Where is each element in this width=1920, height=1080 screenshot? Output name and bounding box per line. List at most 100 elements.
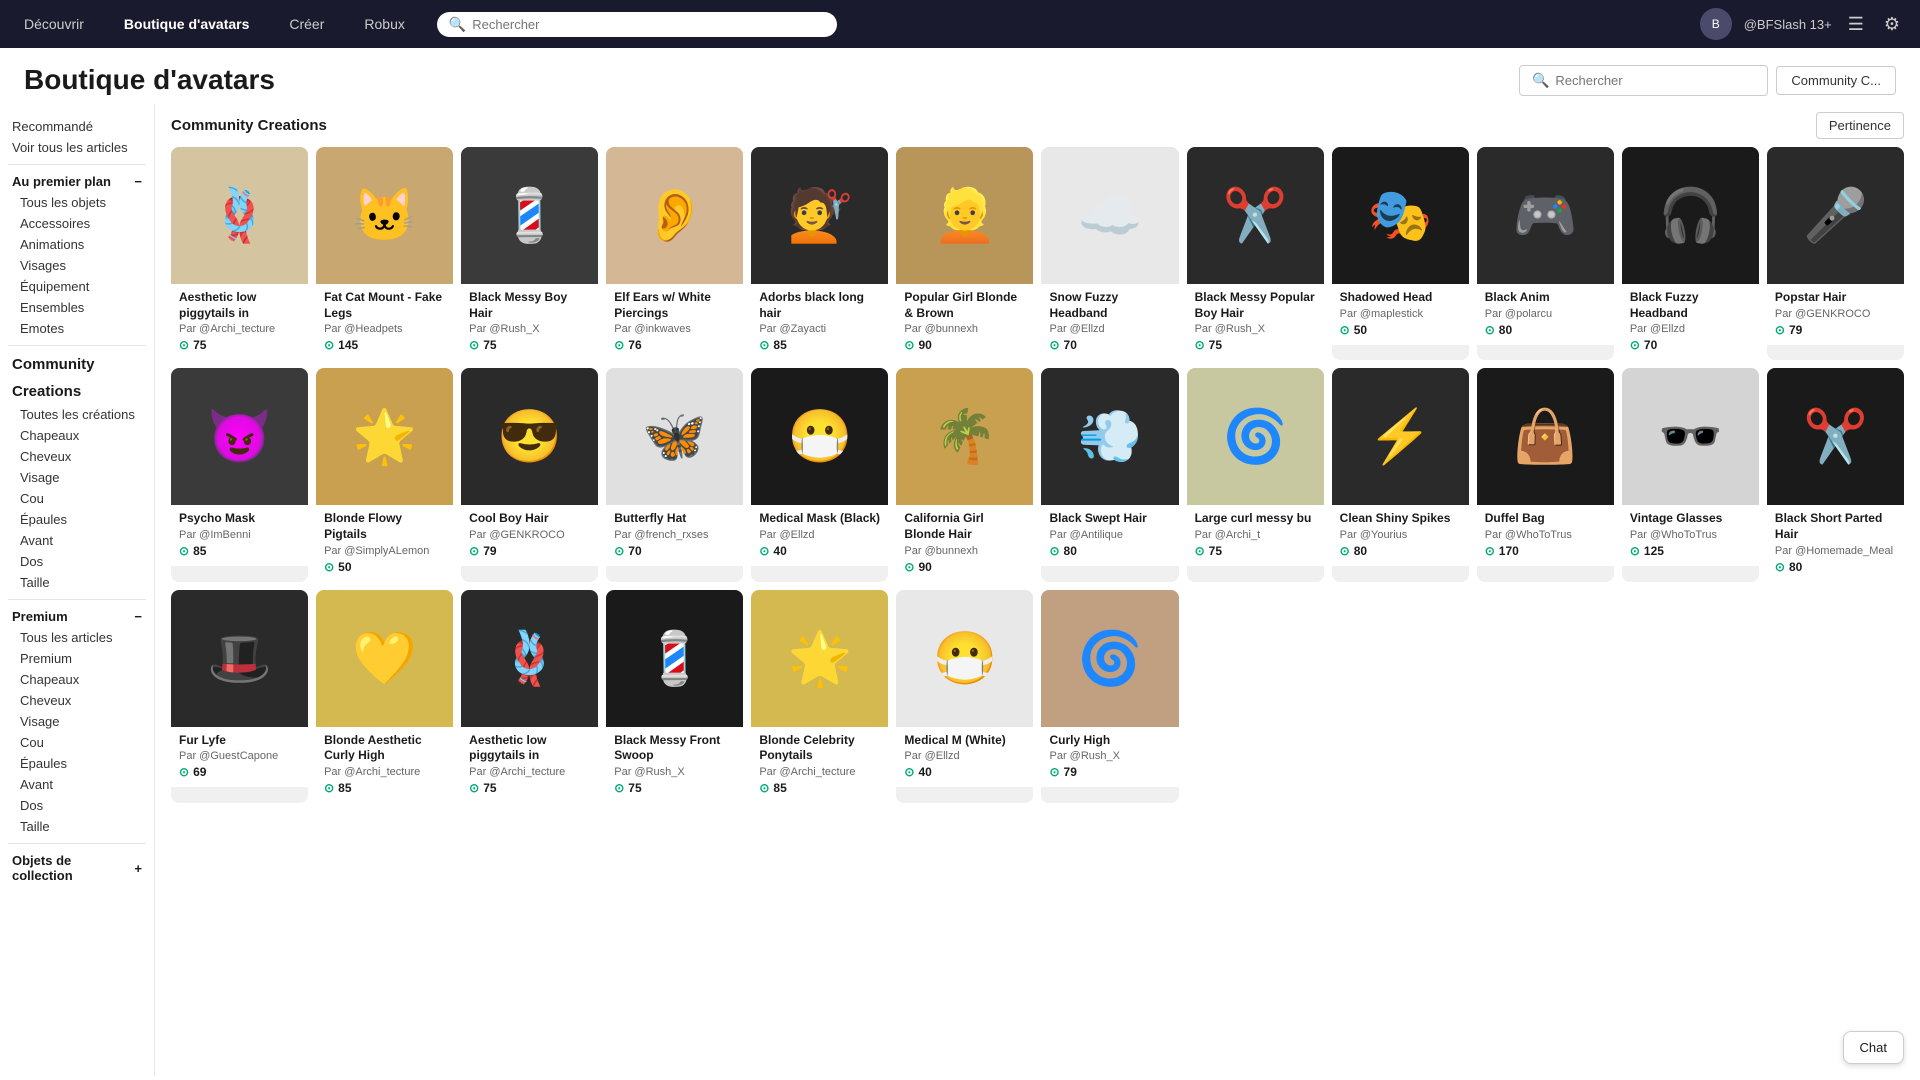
sidebar-premium-visage[interactable]: Visage xyxy=(8,711,146,732)
nav-decouvrir[interactable]: Découvrir xyxy=(16,12,92,36)
robux-icon-3: ⊙ xyxy=(614,338,624,352)
item-card-13[interactable]: 🌟 Blonde Flowy Pigtails Par @SimplyALemo… xyxy=(316,368,453,581)
item-card-10[interactable]: 🎧 Black Fuzzy Headband Par @Ellzd ⊙ 70 xyxy=(1622,147,1759,360)
sidebar-premium-épaules[interactable]: Épaules xyxy=(8,753,146,774)
item-card-24[interactable]: 🎩 Fur Lyfe Par @GuestCapone ⊙ 69 xyxy=(171,590,308,803)
item-emoji-12: 😈 xyxy=(207,406,272,467)
item-name-10: Black Fuzzy Headband xyxy=(1630,290,1751,321)
sidebar-premium-dos[interactable]: Dos xyxy=(8,795,146,816)
item-emoji-18: 💨 xyxy=(1078,406,1143,467)
sidebar-creations-cou[interactable]: Cou xyxy=(8,488,146,509)
item-card-28[interactable]: 🌟 Blonde Celebrity Ponytails Par @Archi_… xyxy=(751,590,888,803)
item-card-20[interactable]: ⚡ Clean Shiny Spikes Par @Yourius ⊙ 80 xyxy=(1332,368,1469,581)
item-thumbnail-26: 🪢 xyxy=(461,590,598,727)
sidebar-creations-visage[interactable]: Visage xyxy=(8,467,146,488)
item-card-16[interactable]: 😷 Medical Mask (Black) Par @Ellzd ⊙ 40 xyxy=(751,368,888,581)
sidebar-creations-chapeaux[interactable]: Chapeaux xyxy=(8,425,146,446)
top-nav-right: B @BFSlash 13+ ☰ ⚙ xyxy=(1700,8,1904,40)
item-price-value-7: 75 xyxy=(1209,338,1222,352)
item-card-23[interactable]: ✂️ Black Short Parted Hair Par @Homemade… xyxy=(1767,368,1904,581)
item-card-3[interactable]: 👂 Elf Ears w/ White Piercings Par @inkwa… xyxy=(606,147,743,360)
nav-creer[interactable]: Créer xyxy=(281,12,332,36)
sidebar-premium-cou[interactable]: Cou xyxy=(8,732,146,753)
header-search-input[interactable] xyxy=(1555,73,1755,88)
item-price-8: ⊙ 50 xyxy=(1340,323,1461,337)
item-author-3: Par @inkwaves xyxy=(614,323,735,335)
sidebar-premium-tous-les-articles[interactable]: Tous les articles xyxy=(8,627,146,648)
item-author-4: Par @Zayacti xyxy=(759,323,880,335)
item-card-5[interactable]: 👱 Popular Girl Blonde & Brown Par @bunne… xyxy=(896,147,1033,360)
sidebar-item-ensembles[interactable]: Ensembles xyxy=(8,297,146,318)
settings-icon[interactable]: ⚙ xyxy=(1880,10,1904,39)
item-card-4[interactable]: 💇 Adorbs black long hair Par @Zayacti ⊙ … xyxy=(751,147,888,360)
sidebar-item-accessoires[interactable]: Accessoires xyxy=(8,213,146,234)
sidebar-premium-chapeaux[interactable]: Chapeaux xyxy=(8,669,146,690)
item-card-27[interactable]: 💈 Black Messy Front Swoop Par @Rush_X ⊙ … xyxy=(606,590,743,803)
sidebar-item-visages[interactable]: Visages xyxy=(8,255,146,276)
sidebar-recommended[interactable]: Recommandé xyxy=(8,116,146,137)
sidebar-creations-taille[interactable]: Taille xyxy=(8,572,146,593)
community-filter-button[interactable]: Community C... xyxy=(1776,66,1896,95)
search-icon: 🔍 xyxy=(449,16,466,33)
sidebar-premium-taille[interactable]: Taille xyxy=(8,816,146,837)
sidebar-item-emotes[interactable]: Emotes xyxy=(8,318,146,339)
sidebar-premium-avant[interactable]: Avant xyxy=(8,774,146,795)
nav-robux[interactable]: Robux xyxy=(356,12,412,36)
item-price-26: ⊙ 75 xyxy=(469,781,590,795)
page-title: Boutique d'avatars xyxy=(24,64,275,96)
sidebar-creations-toutes-les-créations[interactable]: Toutes les créations xyxy=(8,404,146,425)
item-card-2[interactable]: 💈 Black Messy Boy Hair Par @Rush_X ⊙ 75 xyxy=(461,147,598,360)
item-name-25: Blonde Aesthetic Curly High xyxy=(324,733,445,764)
item-card-0[interactable]: 🪢 Aesthetic low piggytails in Par @Archi… xyxy=(171,147,308,360)
sidebar-collectibles-header[interactable]: Objets de collection + xyxy=(8,850,146,886)
item-card-6[interactable]: ☁️ Snow Fuzzy Headband Par @Ellzd ⊙ 70 xyxy=(1041,147,1178,360)
item-card-18[interactable]: 💨 Black Swept Hair Par @Antilique ⊙ 80 xyxy=(1041,368,1178,581)
item-card-12[interactable]: 😈 Psycho Mask Par @ImBenni ⊙ 85 xyxy=(171,368,308,581)
item-card-21[interactable]: 👜 Duffel Bag Par @WhoToTrus ⊙ 170 xyxy=(1477,368,1614,581)
sidebar-view-all[interactable]: Voir tous les articles xyxy=(8,137,146,158)
item-price-9: ⊙ 80 xyxy=(1485,323,1606,337)
sidebar-premium-premium[interactable]: Premium xyxy=(8,648,146,669)
nav-boutique[interactable]: Boutique d'avatars xyxy=(116,12,257,36)
item-card-29[interactable]: 😷 Medical M (White) Par @Ellzd ⊙ 40 xyxy=(896,590,1033,803)
item-name-1: Fat Cat Mount - Fake Legs xyxy=(324,290,445,321)
user-avatar: B xyxy=(1700,8,1732,40)
item-card-8[interactable]: 🎭 Shadowed Head Par @maplestick ⊙ 50 xyxy=(1332,147,1469,360)
sidebar-au-premier-plan-header[interactable]: Au premier plan − xyxy=(8,171,146,192)
item-info-19: Large curl messy bu Par @Archi_t ⊙ 75 xyxy=(1187,505,1324,566)
sidebar-premium-cheveux[interactable]: Cheveux xyxy=(8,690,146,711)
item-card-9[interactable]: 🎮 Black Anim Par @polarcu ⊙ 80 xyxy=(1477,147,1614,360)
item-card-26[interactable]: 🪢 Aesthetic low piggytails in Par @Archi… xyxy=(461,590,598,803)
sidebar-premium-header[interactable]: Premium − xyxy=(8,606,146,627)
item-card-22[interactable]: 🕶️ Vintage Glasses Par @WhoToTrus ⊙ 125 xyxy=(1622,368,1759,581)
item-author-21: Par @WhoToTrus xyxy=(1485,529,1606,541)
notifications-icon[interactable]: ☰ xyxy=(1844,10,1868,39)
item-card-15[interactable]: 🦋 Butterfly Hat Par @french_rxses ⊙ 70 xyxy=(606,368,743,581)
sidebar-creations-avant[interactable]: Avant xyxy=(8,530,146,551)
sidebar-creations-dos[interactable]: Dos xyxy=(8,551,146,572)
top-search-input[interactable] xyxy=(472,17,825,32)
item-card-17[interactable]: 🌴 California Girl Blonde Hair Par @bunne… xyxy=(896,368,1033,581)
robux-icon-22: ⊙ xyxy=(1630,544,1640,558)
item-card-30[interactable]: 🌀 Curly High Par @Rush_X ⊙ 79 xyxy=(1041,590,1178,803)
sidebar-item-tous-les-objets[interactable]: Tous les objets xyxy=(8,192,146,213)
item-info-15: Butterfly Hat Par @french_rxses ⊙ 70 xyxy=(606,505,743,566)
item-info-24: Fur Lyfe Par @GuestCapone ⊙ 69 xyxy=(171,727,308,788)
item-card-1[interactable]: 🐱 Fat Cat Mount - Fake Legs Par @Headpet… xyxy=(316,147,453,360)
sidebar-item-animations[interactable]: Animations xyxy=(8,234,146,255)
sidebar-creations-épaules[interactable]: Épaules xyxy=(8,509,146,530)
item-card-14[interactable]: 😎 Cool Boy Hair Par @GENKROCO ⊙ 79 xyxy=(461,368,598,581)
item-emoji-14: 😎 xyxy=(497,406,562,467)
sidebar-creations-cheveux[interactable]: Cheveux xyxy=(8,446,146,467)
item-card-7[interactable]: ✂️ Black Messy Popular Boy Hair Par @Rus… xyxy=(1187,147,1324,360)
item-name-14: Cool Boy Hair xyxy=(469,511,590,527)
item-thumbnail-4: 💇 xyxy=(751,147,888,284)
chat-button[interactable]: Chat xyxy=(1843,1031,1904,1064)
sort-button[interactable]: Pertinence xyxy=(1816,112,1904,139)
item-card-11[interactable]: 🎤 Popstar Hair Par @GENKROCO ⊙ 79 xyxy=(1767,147,1904,360)
page-header: Boutique d'avatars 🔍 Community C... xyxy=(0,48,1920,104)
item-card-25[interactable]: 💛 Blonde Aesthetic Curly High Par @Archi… xyxy=(316,590,453,803)
item-card-19[interactable]: 🌀 Large curl messy bu Par @Archi_t ⊙ 75 xyxy=(1187,368,1324,581)
sidebar-item-équipement[interactable]: Équipement xyxy=(8,276,146,297)
item-name-15: Butterfly Hat xyxy=(614,511,735,527)
